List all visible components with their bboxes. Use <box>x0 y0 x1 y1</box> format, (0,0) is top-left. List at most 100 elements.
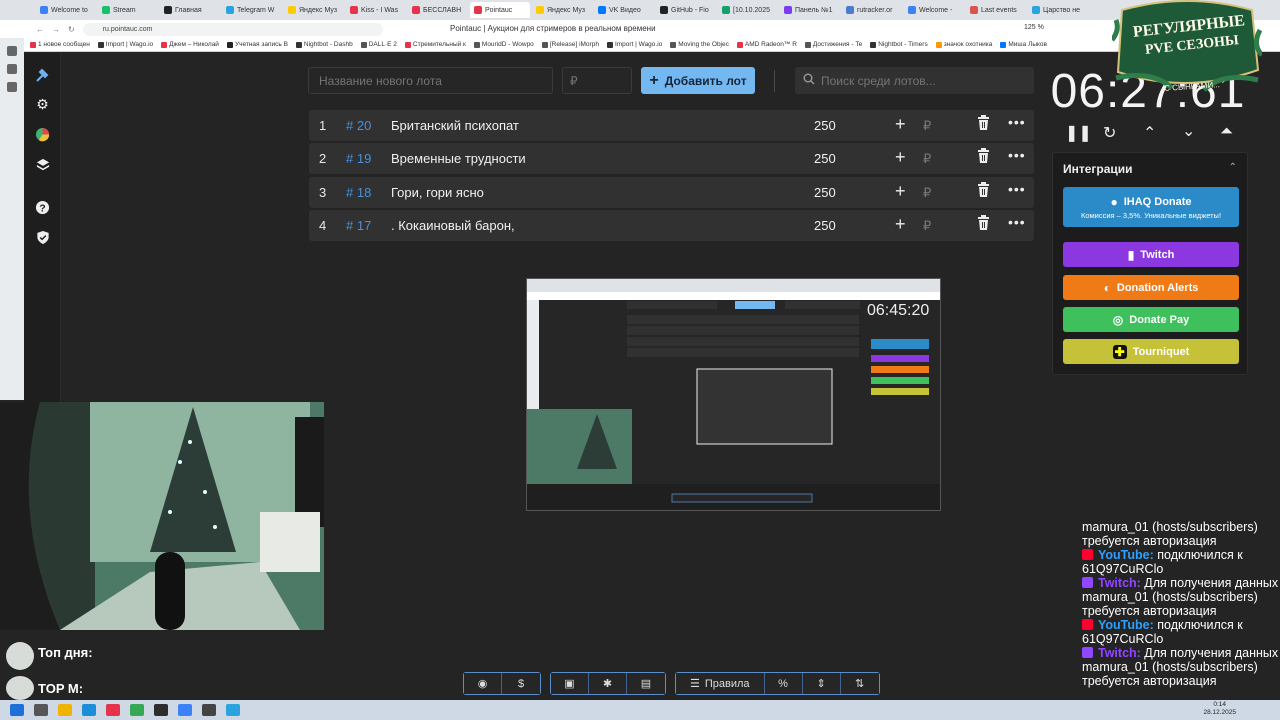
telegram-icon[interactable] <box>226 704 240 716</box>
browser-tab[interactable]: Царство не <box>1028 2 1088 18</box>
chat-text: требуется авторизация <box>1082 534 1217 548</box>
chevron-down-icon[interactable]: ⌄ <box>1182 121 1195 141</box>
more-options-icon[interactable]: ••• <box>1008 181 1026 197</box>
bookmark-item[interactable]: Стремительный к <box>404 41 466 48</box>
bug-button[interactable]: ✱ <box>589 673 627 694</box>
app-icon[interactable] <box>178 704 192 716</box>
clear-lots-button[interactable]: ▤ <box>627 673 665 694</box>
help-icon[interactable]: ? <box>34 199 51 216</box>
add-lot-button[interactable]: + Добавить лот <box>641 67 755 94</box>
bookmark-item[interactable]: Миша Лыков <box>1000 41 1047 48</box>
github-button[interactable]: ◉ <box>464 673 502 694</box>
bookmark-item[interactable]: значок охотника <box>935 41 992 48</box>
trash-icon[interactable] <box>977 115 990 133</box>
browser-tab[interactable]: Kiss - I Was <box>346 2 406 18</box>
lot-price-input[interactable] <box>562 67 632 94</box>
browser-tab[interactable]: Telegram W <box>222 2 282 18</box>
tab-label: Last events <box>981 6 1017 14</box>
more-options-icon[interactable]: ••• <box>1008 147 1026 163</box>
search-icon[interactable] <box>34 704 48 716</box>
split-button[interactable]: ⇕ <box>802 673 841 694</box>
reload-icon[interactable]: ↻ <box>68 25 75 34</box>
browser-tab[interactable]: Главная <box>160 2 220 18</box>
lot-name-input[interactable] <box>308 67 553 94</box>
more-options-icon[interactable]: ••• <box>1008 214 1026 230</box>
bookmark-item[interactable]: AMD Radeon™ R <box>736 41 797 48</box>
double-chevron-up-icon[interactable]: ⏶ <box>1220 123 1233 141</box>
more-options-icon[interactable]: ••• <box>1008 114 1026 130</box>
browser-tab[interactable]: [10.10.2025 <box>718 2 778 18</box>
browser-tab[interactable]: VK Видео <box>594 2 654 18</box>
percent-button[interactable]: % <box>764 673 803 694</box>
explorer-icon[interactable] <box>58 704 72 716</box>
browser-tab[interactable]: Welcome to <box>36 2 96 18</box>
trash-icon[interactable] <box>977 215 990 233</box>
bookmark-item[interactable]: Nightbot - Dashb <box>295 41 353 48</box>
chrome-icon[interactable] <box>130 704 144 716</box>
url-field[interactable]: ru.pointauc.com <box>82 22 383 36</box>
gear-icon[interactable]: ⚙ <box>34 96 51 113</box>
save-button[interactable]: ▣ <box>551 673 589 694</box>
edge-icon[interactable] <box>82 704 96 716</box>
pause-icon[interactable]: ❚❚ <box>1065 123 1092 143</box>
donate-pay-button[interactable]: ◎ Donate Pay <box>1063 307 1239 332</box>
browser-tab[interactable]: Яндекс Муз <box>532 2 592 18</box>
browser-tab[interactable]: БЕССЛАВН <box>408 2 468 18</box>
start-icon[interactable] <box>10 704 24 716</box>
browser-tab[interactable]: rutracker.or <box>842 2 902 18</box>
chevron-up-icon[interactable]: ⌃ <box>1143 123 1156 143</box>
side-panel-icon[interactable] <box>7 64 17 74</box>
yandex-icon[interactable] <box>106 704 120 716</box>
rules-button[interactable]: ☰ Правила <box>676 673 765 694</box>
add-amount-icon[interactable]: + <box>895 181 906 202</box>
browser-tab[interactable]: GitHub - Fio <box>656 2 716 18</box>
tourniquet-button[interactable]: ✚ Tourniquet <box>1063 339 1239 364</box>
add-amount-icon[interactable]: + <box>895 214 906 235</box>
browser-tab[interactable]: Панель №1 <box>780 2 840 18</box>
bookmark-item[interactable]: Import | Wago.io <box>97 41 153 48</box>
donation-alerts-button[interactable]: ◐ Donation Alerts <box>1063 275 1239 300</box>
zoom-level[interactable]: 125 % <box>1024 24 1044 31</box>
app-icon[interactable] <box>154 704 168 716</box>
side-panel-icon[interactable] <box>7 46 17 56</box>
bookmark-item[interactable]: [Release] iMorph <box>541 41 599 48</box>
bookmark-item[interactable]: Moving the Objec <box>670 41 729 48</box>
forward-icon[interactable]: → <box>52 25 60 34</box>
side-panel-icon[interactable] <box>7 82 17 92</box>
browser-tab[interactable]: Яндекс Муз <box>284 2 344 18</box>
bookmark-item[interactable]: DALL·E 2 <box>360 41 397 48</box>
shield-icon[interactable] <box>34 229 51 246</box>
layers-icon[interactable] <box>34 156 51 173</box>
bookmark-item[interactable]: 1 новое сообщен <box>30 41 90 48</box>
bookmark-item[interactable]: Учетная запись B <box>226 41 288 48</box>
bookmark-item[interactable]: Import | Wago.io <box>606 41 662 48</box>
pie-chart-icon[interactable] <box>34 126 51 143</box>
lot-row: 4 # 17 . Кокаиновый барон, 250 ₽ + ••• <box>309 210 1034 241</box>
bookmark-item[interactable]: Достижения - Te <box>804 41 862 48</box>
trash-icon[interactable] <box>977 182 990 200</box>
browser-tab[interactable]: Last events <box>966 2 1026 18</box>
ihaq-donate-button[interactable]: ● IHAQ Donate Комиссия – 3,5%. Уникальные … <box>1063 187 1239 227</box>
browser-tab[interactable]: Pointauc <box>470 2 530 18</box>
browser-tab[interactable]: Welcome - <box>904 2 964 18</box>
add-amount-icon[interactable]: + <box>895 114 906 135</box>
bookmark-item[interactable]: Джем – Николай <box>161 41 219 48</box>
hammer-icon[interactable] <box>34 66 51 83</box>
lot-index: 3 <box>319 185 327 200</box>
add-amount-icon[interactable]: + <box>895 147 906 168</box>
donate-button[interactable]: $ <box>502 673 540 694</box>
twitch-button[interactable]: ▮ Twitch <box>1063 242 1239 267</box>
bookmark-item[interactable]: Nightbot - Timers <box>870 41 928 48</box>
collapse-icon[interactable]: ⌃ <box>1229 162 1237 173</box>
trash-icon[interactable] <box>977 148 990 166</box>
sort-button[interactable]: ⇅ <box>840 673 879 694</box>
search-input[interactable] <box>795 67 1034 94</box>
app-sidebar: ⚙ ? <box>24 53 61 403</box>
reset-icon[interactable]: ↻ <box>1103 123 1116 143</box>
bookmark-item[interactable]: MouridD - Wowpo <box>473 41 534 48</box>
browser-tab[interactable]: Stream <box>98 2 158 18</box>
back-icon[interactable]: ← <box>36 25 44 34</box>
chat-text: Для получения данных <box>1140 646 1279 660</box>
chat-message: 61Q97CuRClo <box>1082 632 1163 646</box>
app-icon[interactable] <box>202 704 216 716</box>
